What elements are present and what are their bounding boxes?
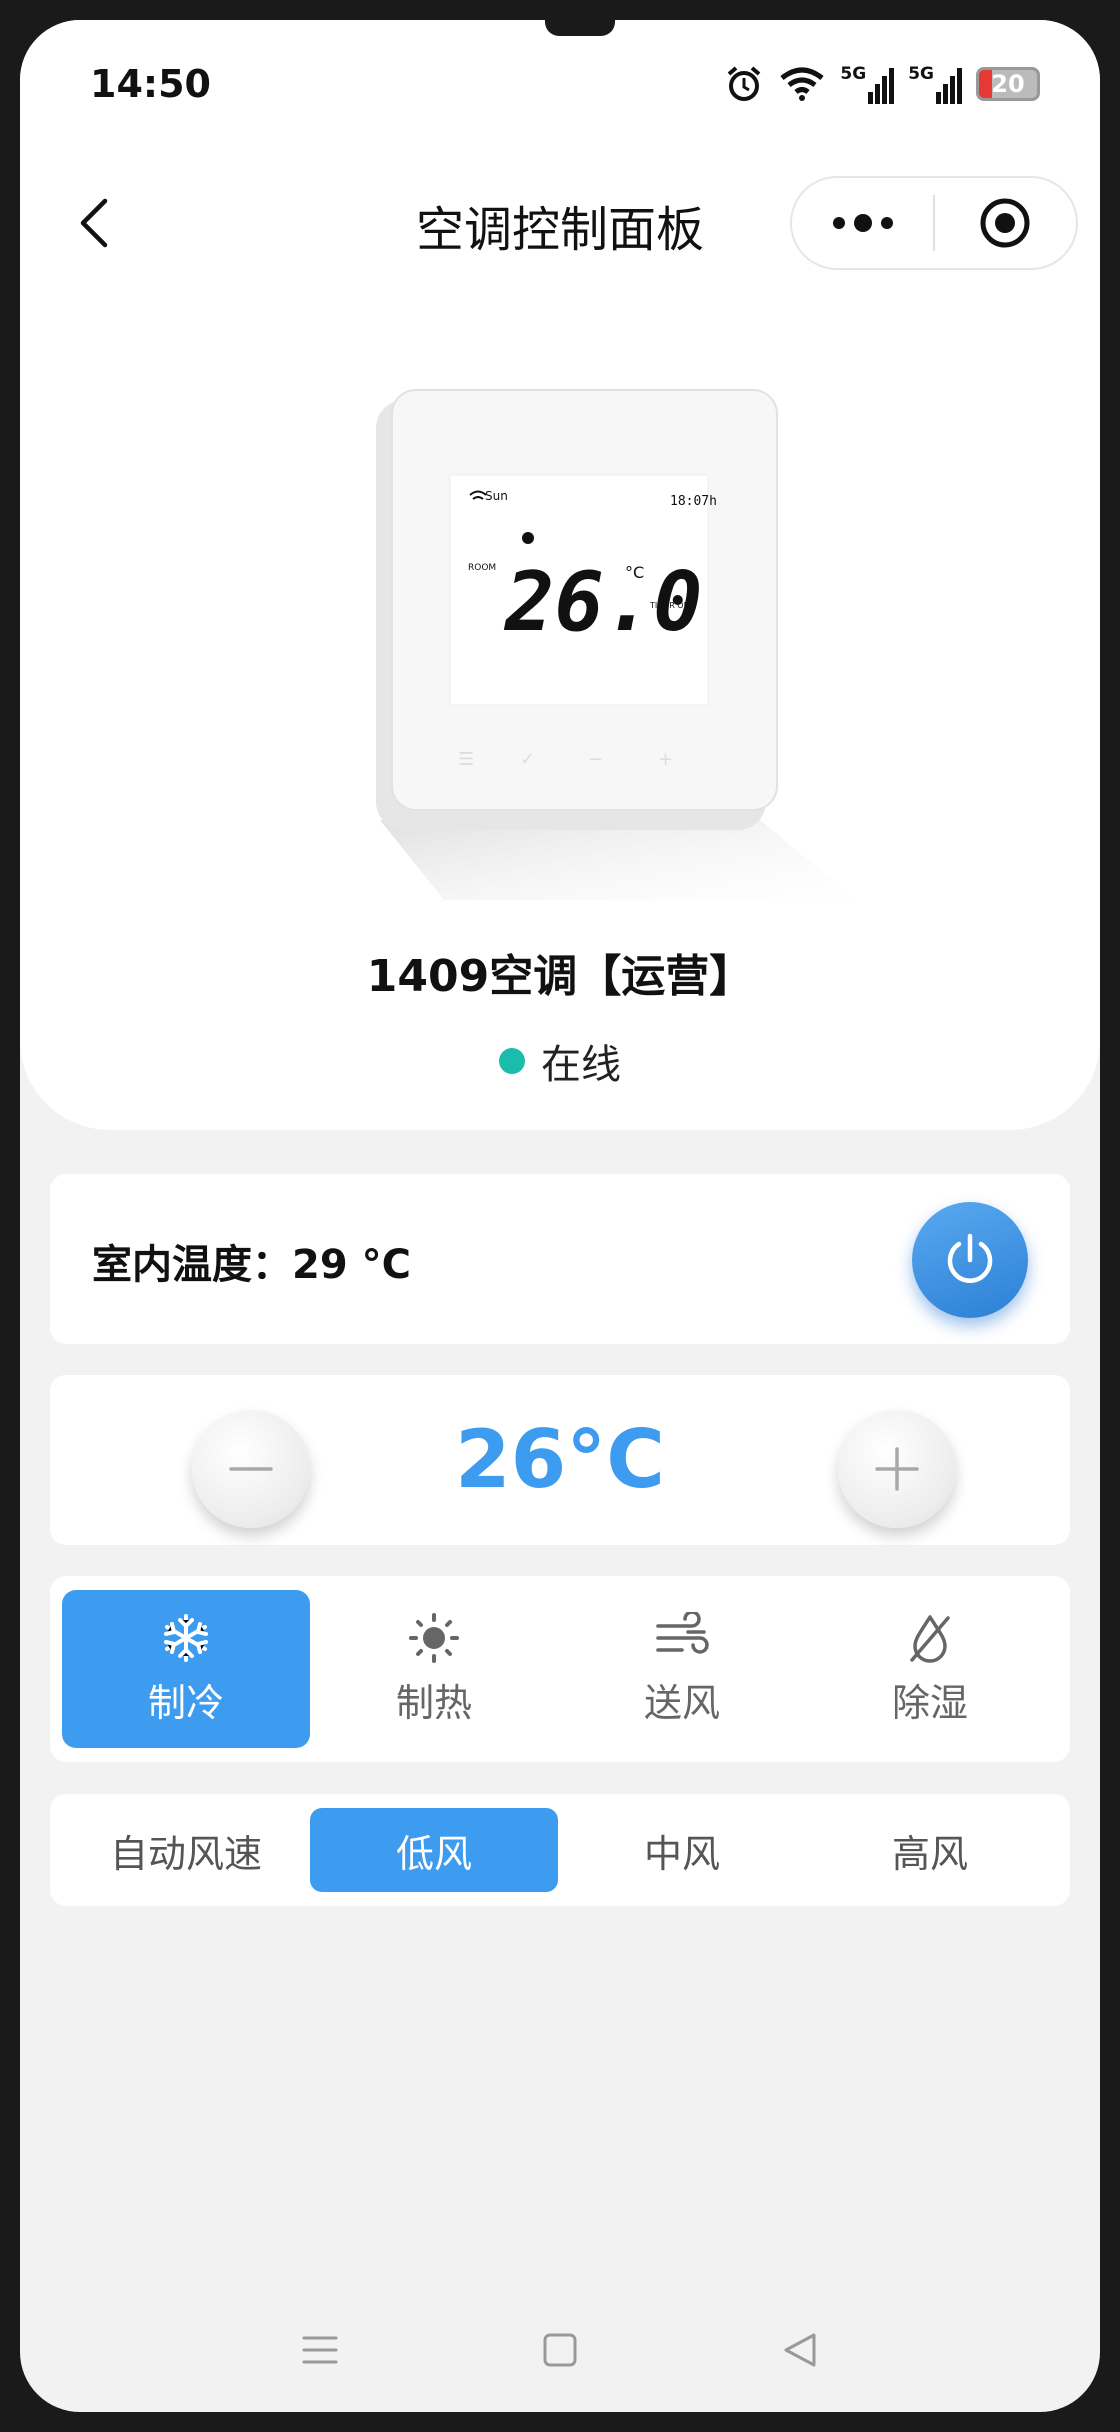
home-square-icon: [543, 2333, 577, 2367]
mode-dry-label: 除湿: [891, 1680, 968, 1725]
navigation-header: 空调控制面板: [20, 170, 1100, 280]
miniapp-capsule: [790, 176, 1078, 270]
signal-5g-icon: 5G: [840, 64, 895, 104]
signal-5g-icon: 5G: [908, 64, 962, 104]
mode-dry[interactable]: 除湿: [806, 1590, 1054, 1748]
alarm-icon: [728, 66, 761, 101]
setpoint-card: 26°C: [50, 1375, 1070, 1545]
mode-heat-label: 制热: [395, 1680, 472, 1725]
device-status: 在线: [20, 1032, 1100, 1090]
battery-icon: 20: [976, 67, 1040, 101]
menu-nav-button[interactable]: [290, 2320, 350, 2380]
mode-fan-label: 送风: [643, 1680, 720, 1725]
indoor-temp-card: 室内温度：29 °C: [50, 1174, 1070, 1344]
sun-icon: [409, 1612, 459, 1663]
status-icons: 5G 5G 20: [724, 64, 1040, 104]
status-time: 14:50: [90, 62, 211, 106]
device-name: 1409空调【运营】: [366, 951, 754, 1002]
mode-fan[interactable]: 送风: [558, 1590, 806, 1748]
wifi-icon: [780, 67, 824, 101]
fan-speed-auto[interactable]: 自动风速: [62, 1808, 310, 1892]
screen-clock: 18:07h: [670, 494, 717, 509]
device-status-label: 在线: [541, 1042, 621, 1088]
triangle-back-icon: [784, 2333, 816, 2367]
screen-unit: °C: [625, 563, 644, 582]
phone-screen: Sun 18:07h ROOM 26.0 °C TIMER ON ☰ ✓ − +…: [20, 20, 1100, 2412]
fan-speed-high[interactable]: 高风: [806, 1808, 1054, 1892]
fan-speed-medium[interactable]: 中风: [558, 1808, 806, 1892]
more-dots-icon: [832, 214, 893, 232]
mode-cool-label: 制冷: [147, 1680, 224, 1725]
system-nav-bar: [20, 2310, 1100, 2390]
wind-icon: [656, 1611, 709, 1654]
screen-room: ROOM: [468, 563, 496, 573]
fan-speed-selector: 自动风速 低风 中风 高风: [50, 1794, 1070, 1906]
svg-text:−: −: [588, 749, 603, 770]
svg-text:☰: ☰: [458, 749, 474, 770]
screen-timer: TIMER ON: [649, 601, 690, 610]
close-miniapp-button[interactable]: [935, 178, 1076, 268]
increase-temp-button[interactable]: [838, 1410, 956, 1528]
indoor-temp-label: 室内温度：29 °C: [92, 1242, 411, 1288]
menu-icon: [302, 2336, 338, 2364]
screen-day: Sun: [485, 489, 508, 503]
back-nav-button[interactable]: [770, 2320, 830, 2380]
fan-speed-low[interactable]: 低风: [310, 1808, 558, 1892]
plus-icon: [875, 1447, 919, 1491]
mode-cool[interactable]: 制冷: [62, 1590, 310, 1748]
power-button[interactable]: [912, 1202, 1028, 1318]
status-bar: 14:50 5G 5G 20: [20, 20, 1100, 150]
snowflake-icon: [164, 1613, 208, 1662]
battery-level: 20: [991, 70, 1025, 98]
svg-text:+: +: [658, 749, 673, 770]
droplet-off-icon: [910, 1614, 950, 1663]
target-circle-icon: [980, 198, 1030, 248]
home-nav-button[interactable]: [530, 2320, 590, 2380]
mode-heat[interactable]: 制热: [310, 1590, 558, 1748]
power-icon: [947, 1233, 993, 1283]
svg-text:✓: ✓: [520, 749, 535, 770]
more-button[interactable]: [792, 178, 933, 268]
thermostat-image: Sun 18:07h ROOM 26.0 °C TIMER ON ☰ ✓ − +: [376, 389, 856, 900]
mode-selector: 制冷 制热 送风 除湿: [50, 1576, 1070, 1762]
online-status-dot: [499, 1048, 525, 1074]
